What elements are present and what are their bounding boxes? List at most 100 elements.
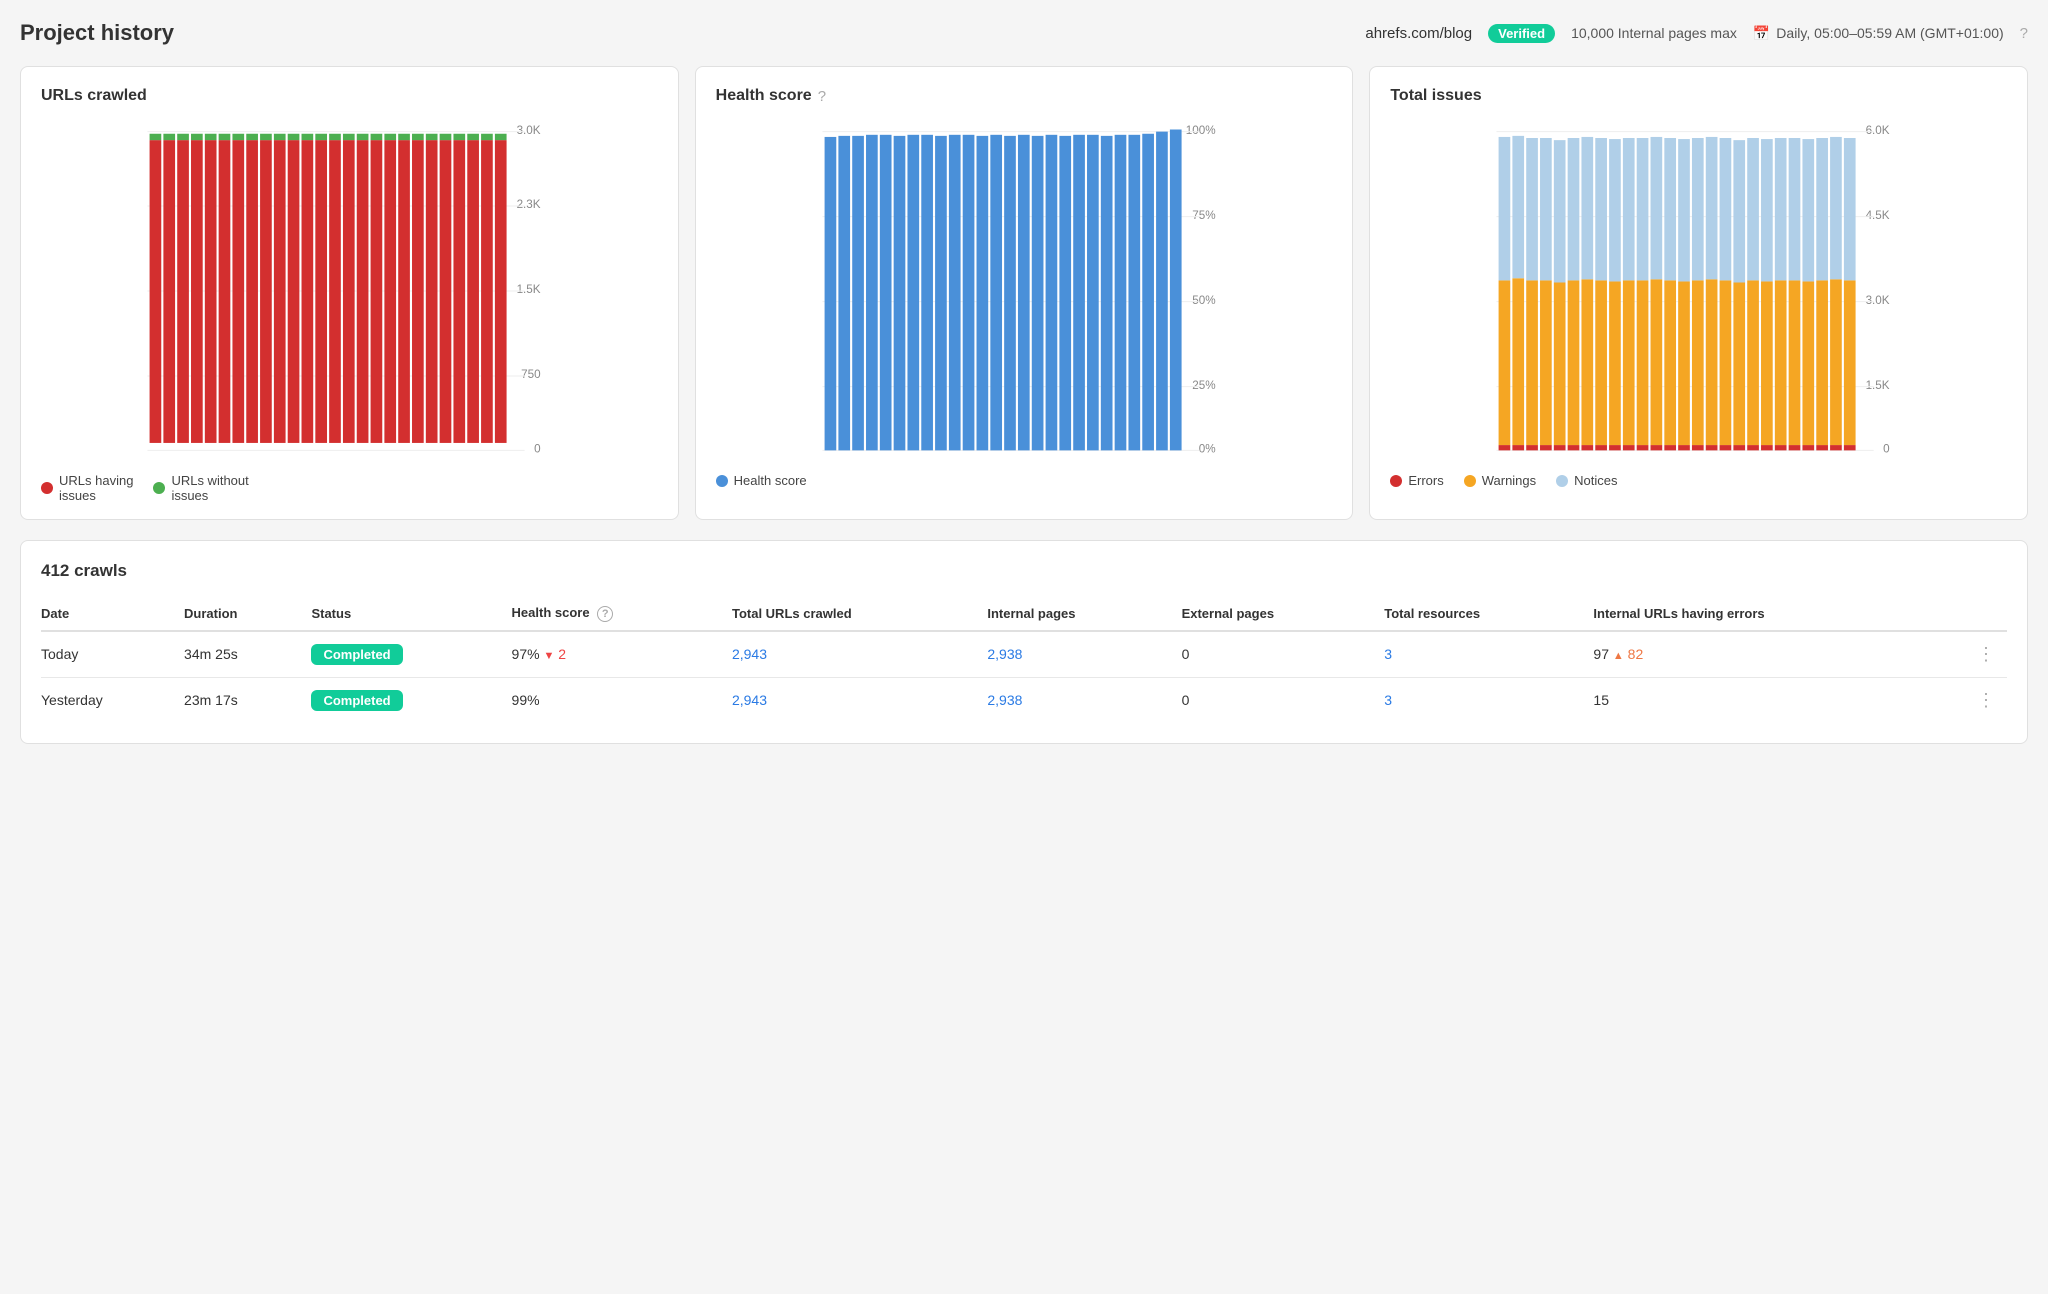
row-health-score: 99% xyxy=(512,677,732,723)
svg-text:25 Feb: 25 Feb xyxy=(1020,461,1053,462)
svg-text:25%: 25% xyxy=(1192,379,1215,392)
svg-text:1.5K: 1.5K xyxy=(517,283,541,296)
internal-pages-link[interactable]: 2,938 xyxy=(987,692,1022,708)
svg-text:50%: 50% xyxy=(1192,294,1215,307)
total-issues-svg: 6.0K 4.5K 3.0K 1.5K 0 xyxy=(1390,121,2007,461)
svg-text:15 Feb: 15 Feb xyxy=(207,461,240,462)
total-issues-legend: Errors Warnings Notices xyxy=(1390,473,2007,488)
notices-dot xyxy=(1556,475,1568,487)
row-total-resources: 3 xyxy=(1384,631,1593,678)
col-internal-errors: Internal URLs having errors xyxy=(1593,597,1948,631)
svg-text:20 Feb: 20 Feb xyxy=(277,461,310,462)
col-total-urls: Total URLs crawled xyxy=(732,597,987,631)
health-score-table-help[interactable]: ? xyxy=(597,606,613,622)
svg-text:100%: 100% xyxy=(1185,124,1215,137)
errors-label: Errors xyxy=(1408,473,1443,488)
urls-crawled-svg: 3.0K 2.3K 1.5K 750 0 xyxy=(41,121,658,461)
warnings-dot xyxy=(1464,475,1476,487)
svg-text:1 Mar: 1 Mar xyxy=(1092,461,1120,462)
row-total-urls: 2,943 xyxy=(732,631,987,678)
total-resources-link[interactable]: 3 xyxy=(1384,692,1392,708)
urls-no-issues-dot xyxy=(153,482,165,494)
svg-text:3.0K: 3.0K xyxy=(1866,294,1890,307)
row-duration: 23m 17s xyxy=(184,677,311,723)
svg-text:3.0K: 3.0K xyxy=(517,124,541,137)
urls-crawled-card: URLs crawled 3.0K 2.3K 1.5K 750 0 xyxy=(20,66,679,520)
health-score-legend: Health score xyxy=(716,473,1333,488)
table-row: Yesterday 23m 17s Completed 99% 2,943 2,… xyxy=(41,677,2007,723)
table-row: Today 34m 25s Completed 97% ▼ 2 2,943 2,… xyxy=(41,631,2007,678)
svg-text:1.5K: 1.5K xyxy=(1866,379,1890,392)
health-delta: 2 xyxy=(558,646,566,662)
svg-text:4 Mar: 4 Mar xyxy=(487,461,515,462)
calendar-icon: 📅 xyxy=(1753,25,1770,42)
col-internal-pages: Internal pages xyxy=(987,597,1181,631)
svg-text:20 Feb: 20 Feb xyxy=(951,461,984,462)
row-more-button[interactable]: ⋮ xyxy=(1949,631,2007,678)
status-badge: Completed xyxy=(311,644,402,665)
total-urls-link[interactable]: 2,943 xyxy=(732,692,767,708)
svg-text:750: 750 xyxy=(521,368,541,381)
urls-crawled-chart: 3.0K 2.3K 1.5K 750 0 xyxy=(41,121,658,461)
total-issues-chart: 6.0K 4.5K 3.0K 1.5K 0 xyxy=(1390,121,2007,461)
urls-issues-dot xyxy=(41,482,53,494)
urls-crawled-legend: URLs havingissues URLs withoutissues xyxy=(41,473,658,503)
svg-text:4 Mar: 4 Mar xyxy=(1161,461,1189,462)
total-issues-card: Total issues 6.0K 4.5K 3.0K 1.5K 0 xyxy=(1369,66,2028,520)
svg-text:25 Feb: 25 Feb xyxy=(1695,461,1728,462)
svg-text:1 Mar: 1 Mar xyxy=(1767,461,1795,462)
row-status: Completed xyxy=(311,631,511,678)
health-score-help-icon[interactable]: ? xyxy=(818,88,826,105)
svg-text:15 Feb: 15 Feb xyxy=(1557,461,1590,462)
col-external-pages: External pages xyxy=(1182,597,1385,631)
svg-text:25 Feb: 25 Feb xyxy=(346,461,379,462)
svg-text:2.3K: 2.3K xyxy=(517,198,541,211)
svg-text:0: 0 xyxy=(534,443,541,456)
errors-up-icon: ▲ xyxy=(1613,650,1624,662)
row-total-urls: 2,943 xyxy=(732,677,987,723)
pages-limit-label: 10,000 Internal pages max xyxy=(1571,25,1737,41)
col-total-resources: Total resources xyxy=(1384,597,1593,631)
svg-text:6.0K: 6.0K xyxy=(1866,124,1890,137)
crawls-count: 412 crawls xyxy=(41,561,2007,581)
warnings-label: Warnings xyxy=(1482,473,1536,488)
health-score-legend-label: Health score xyxy=(734,473,807,488)
row-health-score: 97% ▼ 2 xyxy=(512,631,732,678)
row-internal-errors: 15 xyxy=(1593,677,1948,723)
schedule-help-icon[interactable]: ? xyxy=(2020,25,2028,42)
total-urls-link[interactable]: 2,943 xyxy=(732,646,767,662)
col-date: Date xyxy=(41,597,184,631)
health-score-dot xyxy=(716,475,728,487)
row-internal-errors: 97 ▲ 82 xyxy=(1593,631,1948,678)
total-issues-title: Total issues xyxy=(1390,87,1481,105)
svg-text:10 Feb: 10 Feb xyxy=(813,461,846,462)
urls-no-issues-label: URLs withoutissues xyxy=(171,473,248,503)
internal-pages-link[interactable]: 2,938 xyxy=(987,646,1022,662)
row-duration: 34m 25s xyxy=(184,631,311,678)
svg-text:1 Mar: 1 Mar xyxy=(418,461,446,462)
row-external-pages: 0 xyxy=(1182,677,1385,723)
col-duration: Duration xyxy=(184,597,311,631)
health-down-icon: ▼ xyxy=(543,650,554,662)
domain-label: ahrefs.com/blog xyxy=(1365,25,1472,42)
crawls-table: Date Duration Status Health score ? Tota… xyxy=(41,597,2007,723)
urls-issues-label: URLs havingissues xyxy=(59,473,133,503)
row-date: Today xyxy=(41,631,184,678)
total-resources-link[interactable]: 3 xyxy=(1384,646,1392,662)
row-more-button[interactable]: ⋮ xyxy=(1949,677,2007,723)
urls-crawled-title: URLs crawled xyxy=(41,87,147,105)
col-health-score: Health score ? xyxy=(512,597,732,631)
errors-dot xyxy=(1390,475,1402,487)
svg-text:4 Mar: 4 Mar xyxy=(1836,461,1864,462)
svg-text:10 Feb: 10 Feb xyxy=(1488,461,1521,462)
table-section: 412 crawls Date Duration Status Health s… xyxy=(20,540,2028,744)
svg-text:0: 0 xyxy=(1883,443,1890,456)
page-title: Project history xyxy=(20,20,174,46)
svg-text:0%: 0% xyxy=(1198,443,1215,456)
svg-text:4.5K: 4.5K xyxy=(1866,209,1890,222)
status-badge: Completed xyxy=(311,690,402,711)
verified-badge: Verified xyxy=(1488,24,1555,43)
row-date: Yesterday xyxy=(41,677,184,723)
errors-delta: 82 xyxy=(1628,646,1644,662)
svg-text:15 Feb: 15 Feb xyxy=(882,461,915,462)
